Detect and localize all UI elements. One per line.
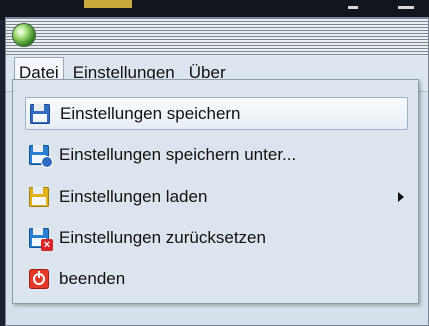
floppy-save-icon xyxy=(30,103,50,124)
menu-item-label: Einstellungen speichern xyxy=(60,103,241,123)
menu-item-label: Einstellungen laden xyxy=(59,186,208,206)
menu-item-label: Einstellungen zurücksetzen xyxy=(59,227,266,247)
background-element xyxy=(348,6,358,9)
title-bar[interactable] xyxy=(6,18,428,56)
menu-item-save-settings-as[interactable]: Einstellungen speichern unter... xyxy=(25,138,408,171)
floppy-load-icon xyxy=(29,186,49,207)
reset-icon: × xyxy=(29,227,53,251)
floppy-save-as-icon xyxy=(29,144,53,168)
menu-item-reset-settings[interactable]: × Einstellungen zurücksetzen xyxy=(25,221,408,254)
datei-dropdown-menu: Einstellungen speichern Einstellungen sp… xyxy=(12,79,419,304)
menu-item-label: beenden xyxy=(59,268,126,288)
submenu-arrow-icon xyxy=(398,191,404,202)
menu-item-load-settings[interactable]: Einstellungen laden xyxy=(25,180,408,213)
background-element xyxy=(398,6,414,9)
menu-item-save-settings[interactable]: Einstellungen speichern xyxy=(25,97,408,130)
power-icon xyxy=(29,268,49,289)
app-icon[interactable] xyxy=(13,24,35,46)
menu-item-label: Einstellungen speichern unter... xyxy=(59,144,297,164)
background-element xyxy=(84,0,132,8)
menu-item-exit[interactable]: beenden xyxy=(25,262,408,295)
